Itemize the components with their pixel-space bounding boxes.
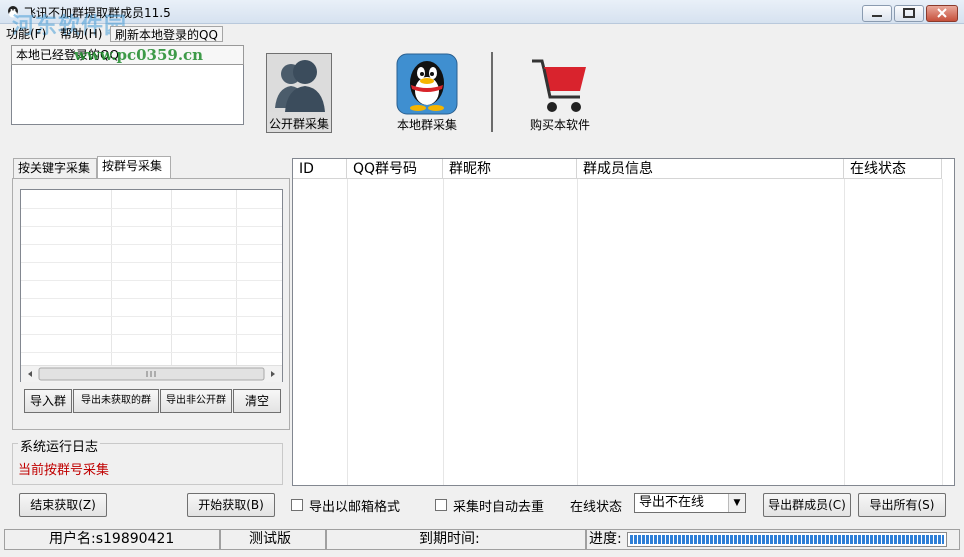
status-edition: 测试版	[220, 529, 326, 550]
system-log-label: 系统运行日志	[18, 436, 101, 455]
tab-keyword-collect[interactable]: 按关键字采集	[13, 158, 97, 178]
export-members-button[interactable]: 导出群成员(C)	[763, 493, 851, 517]
buy-software-button[interactable]	[530, 55, 590, 115]
member-table[interactable]: ID QQ群号码 群昵称 群成员信息 在线状态	[292, 158, 955, 486]
tab-group-number-collect[interactable]: 按群号采集	[97, 156, 171, 178]
close-button[interactable]	[926, 5, 958, 22]
progress-fill	[630, 535, 944, 544]
minimize-button[interactable]	[862, 5, 892, 22]
buy-software-label: 购买本软件	[529, 118, 590, 132]
clear-button[interactable]: 清空	[233, 389, 281, 413]
start-fetch-button[interactable]: 开始获取(B)	[187, 493, 275, 517]
maximize-icon	[903, 8, 915, 18]
shopping-cart-icon	[532, 59, 586, 112]
public-group-collect-button[interactable]: 公开群采集	[266, 53, 332, 133]
public-group-collect-label: 公开群采集	[268, 117, 329, 131]
local-group-collect-button[interactable]	[396, 53, 458, 115]
column-header-member-info[interactable]: 群成员信息	[577, 159, 844, 179]
menu-function[interactable]: 功能(F)	[6, 26, 46, 42]
watermark-url: www.pc0359.cn	[74, 46, 204, 64]
import-group-button[interactable]: 导入群	[24, 389, 72, 413]
horizontal-scrollbar[interactable]	[21, 365, 282, 382]
stop-fetch-button[interactable]: 结束获取(Z)	[19, 493, 107, 517]
auto-dedupe-checkbox[interactable]	[435, 499, 447, 511]
auto-dedupe-label: 采集时自动去重	[453, 500, 545, 515]
local-group-collect-label: 本地群采集	[396, 118, 457, 132]
column-header-online-status[interactable]: 在线状态	[844, 159, 942, 179]
online-status-label: 在线状态	[570, 500, 623, 515]
maximize-button[interactable]	[894, 5, 924, 22]
export-all-button[interactable]: 导出所有(S)	[858, 493, 946, 517]
penguin-icon	[396, 53, 458, 115]
toolbar-separator	[491, 52, 493, 132]
column-header-group-nickname[interactable]: 群昵称	[443, 159, 577, 179]
logged-in-qq-header-cell	[214, 45, 244, 65]
export-unfetched-group-button[interactable]: 导出未获取的群	[73, 389, 159, 413]
chevron-down-icon[interactable]: ▼	[728, 494, 745, 512]
minimize-icon	[872, 15, 882, 17]
progress-bar	[627, 532, 947, 547]
menu-help[interactable]: 帮助(H)	[60, 26, 102, 42]
column-header-group-number[interactable]: QQ群号码	[347, 159, 443, 179]
user-silhouette-icon	[267, 54, 331, 112]
status-username: 用户名:s19890421	[4, 529, 220, 550]
system-log-message: 当前按群号采集	[18, 463, 110, 478]
close-icon	[937, 8, 947, 18]
email-format-label: 导出以邮箱格式	[309, 500, 401, 515]
email-format-checkbox[interactable]	[291, 499, 303, 511]
group-number-list[interactable]	[20, 189, 283, 382]
column-header-id[interactable]: ID	[293, 159, 347, 179]
status-expire: 到期时间:	[326, 529, 586, 550]
refresh-local-qq-button[interactable]: 刷新本地登录的QQ	[110, 26, 223, 42]
scrollbar-track-icon	[28, 367, 275, 381]
export-nonpublic-group-button[interactable]: 导出非公开群	[160, 389, 232, 413]
